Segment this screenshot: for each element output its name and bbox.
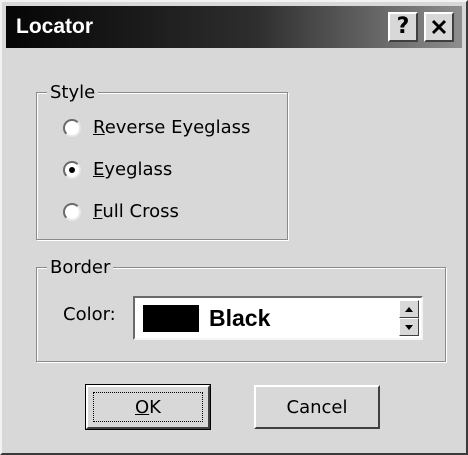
radio-selected-dot [69, 166, 75, 173]
spin-up-button[interactable] [399, 300, 419, 318]
border-group: Border Color: Black [36, 257, 446, 362]
arrow-up-icon [405, 306, 413, 312]
close-icon [431, 19, 447, 35]
radio-label-full-cross: Full Cross [93, 201, 179, 222]
radio-label-reverse-eyeglass: Reverse Eyeglass [93, 117, 251, 138]
radio-label-eyeglass: Eyeglass [93, 159, 173, 180]
arrow-down-icon [405, 324, 413, 330]
help-button[interactable]: ? [388, 12, 418, 42]
cancel-label: Cancel [286, 396, 348, 418]
color-value: Black [209, 305, 271, 331]
radio-circle[interactable] [63, 202, 81, 221]
radio-eyeglass[interactable]: Eyeglass [63, 159, 172, 180]
style-group: Style Reverse Eyeglass Eyeglass Full Cro… [36, 82, 288, 240]
radio-circle[interactable] [63, 160, 81, 179]
spin-down-button[interactable] [399, 318, 419, 336]
title-bar[interactable]: Locator ? [6, 6, 462, 48]
color-swatch [143, 305, 199, 332]
locator-dialog: Locator ? Style Reverse Eyeglass Eyeglas… [0, 0, 468, 455]
cancel-button[interactable]: Cancel [254, 385, 380, 429]
close-button[interactable] [424, 12, 454, 42]
dialog-title: Locator [16, 15, 94, 38]
color-select[interactable]: Black [133, 296, 423, 340]
radio-circle[interactable] [63, 118, 81, 137]
style-legend: Style [47, 82, 99, 103]
color-label: Color: [63, 304, 116, 325]
radio-reverse-eyeglass[interactable]: Reverse Eyeglass [63, 117, 250, 138]
focus-rectangle [93, 392, 203, 422]
radio-full-cross[interactable]: Full Cross [63, 201, 179, 222]
ok-button[interactable]: OK [85, 384, 211, 430]
color-spinner [399, 300, 419, 336]
help-icon: ? [396, 14, 410, 39]
border-legend: Border [47, 257, 114, 278]
